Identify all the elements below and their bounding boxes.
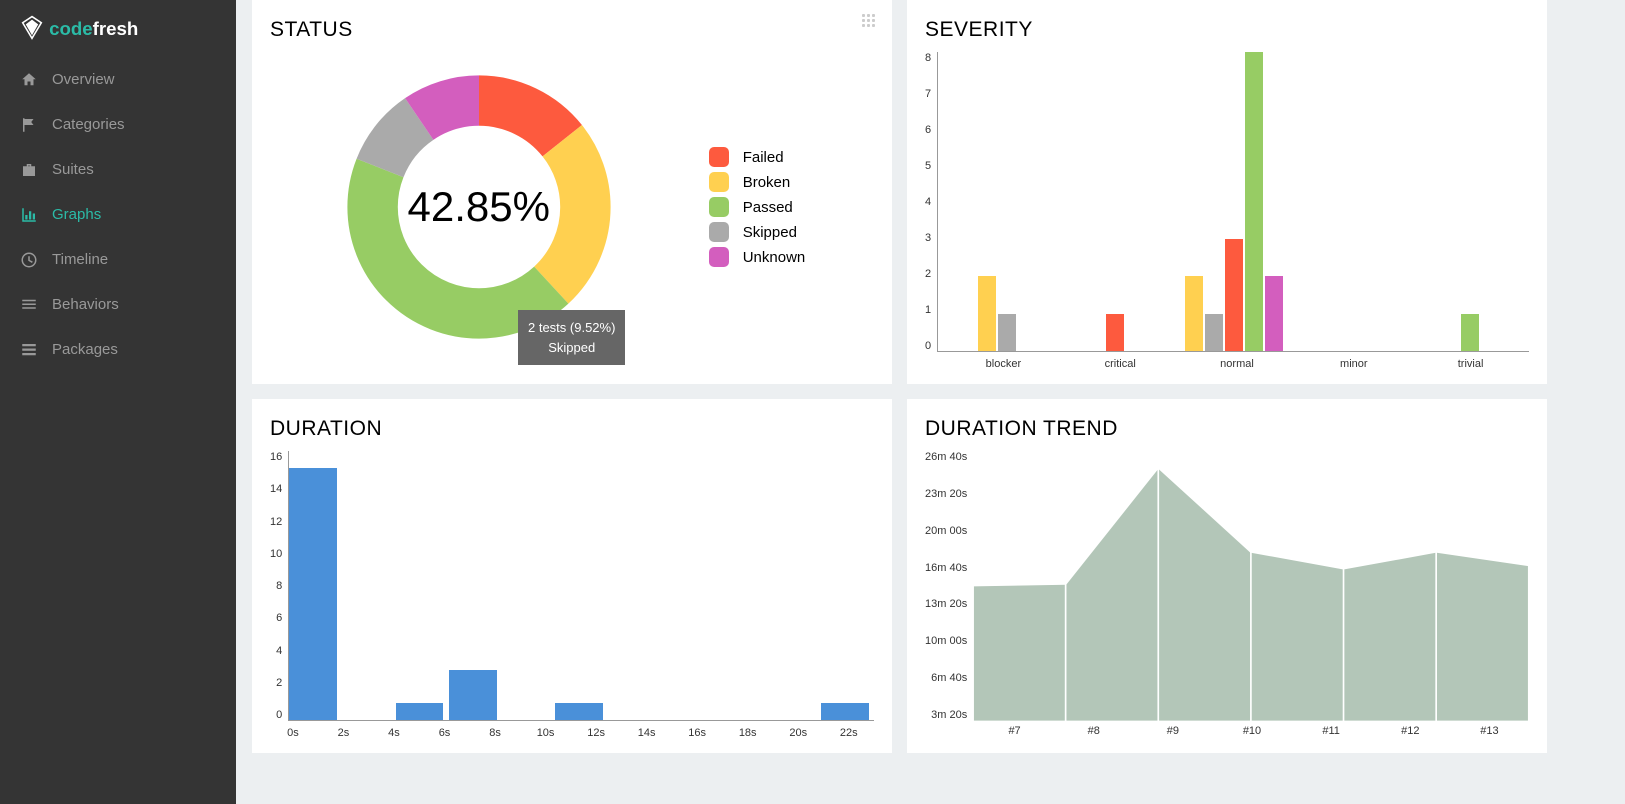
severity-bar[interactable]: [1245, 52, 1263, 351]
chart-icon: [20, 206, 52, 224]
status-donut-chart[interactable]: 42.85%: [339, 67, 619, 347]
x-tick: #8: [1054, 725, 1133, 737]
x-tick: normal: [1179, 358, 1296, 370]
sidebar-item-timeline[interactable]: Timeline: [0, 237, 236, 282]
clock-icon: [20, 251, 52, 269]
x-tick: #10: [1212, 725, 1291, 737]
sidebar-item-graphs[interactable]: Graphs: [0, 192, 236, 237]
x-tick: 22s: [823, 727, 874, 739]
x-tick: 0s: [268, 727, 319, 739]
severity-bar[interactable]: [1106, 314, 1124, 351]
x-tick: #12: [1371, 725, 1450, 737]
severity-bar[interactable]: [1205, 314, 1223, 351]
legend-item[interactable]: Unknown: [709, 247, 806, 267]
x-tick: 4s: [369, 727, 420, 739]
legend-swatch: [709, 147, 729, 167]
x-tick: #13: [1450, 725, 1529, 737]
sidebar-item-label: Overview: [52, 71, 115, 88]
x-tick: critical: [1062, 358, 1179, 370]
sidebar-item-suites[interactable]: Suites: [0, 147, 236, 192]
duration-bar[interactable]: [821, 703, 869, 720]
tooltip-label: Skipped: [528, 338, 615, 358]
legend-swatch: [709, 222, 729, 242]
severity-chart[interactable]: 876543210: [925, 52, 1529, 352]
legend-label: Passed: [743, 199, 793, 216]
card-title: DURATION: [270, 417, 874, 441]
donut-center-label: 42.85%: [339, 67, 619, 347]
svg-text:codefresh: codefresh: [49, 18, 138, 39]
legend-item[interactable]: Broken: [709, 172, 806, 192]
card-title: SEVERITY: [925, 18, 1529, 42]
legend-label: Skipped: [743, 224, 797, 241]
logo: codefresh: [0, 0, 236, 57]
nav-list: Overview Categories Suites Graphs Timeline Be…: [0, 57, 236, 372]
severity-bar[interactable]: [1461, 314, 1479, 351]
x-tick: 12s: [571, 727, 622, 739]
legend-item[interactable]: Skipped: [709, 222, 806, 242]
severity-bar[interactable]: [1185, 276, 1203, 351]
severity-bar[interactable]: [978, 276, 996, 351]
legend-swatch: [709, 247, 729, 267]
x-tick: 16s: [672, 727, 723, 739]
severity-bar[interactable]: [998, 314, 1016, 351]
main-content: STATUS 42.85% Failed Broken Passed Skipped U…: [236, 0, 1625, 804]
x-tick: 6s: [419, 727, 470, 739]
x-tick: 18s: [722, 727, 773, 739]
legend-swatch: [709, 172, 729, 192]
legend-label: Unknown: [743, 249, 806, 266]
legend-item[interactable]: Passed: [709, 197, 806, 217]
card-title: DURATION TREND: [925, 417, 1529, 441]
sidebar-item-packages[interactable]: Packages: [0, 327, 236, 372]
sidebar-item-overview[interactable]: Overview: [0, 57, 236, 102]
sidebar-item-categories[interactable]: Categories: [0, 102, 236, 147]
legend-item[interactable]: Failed: [709, 147, 806, 167]
x-tick: 20s: [773, 727, 824, 739]
x-tick: #9: [1133, 725, 1212, 737]
sidebar: codefresh Overview Categories Suites Graphs…: [0, 0, 236, 804]
trend-chart[interactable]: 26m 40s23m 20s20m 00s16m 40s13m 20s10m 0…: [925, 451, 1529, 721]
x-tick: 2s: [318, 727, 369, 739]
donut-tooltip: 2 tests (9.52%) Skipped: [518, 310, 625, 365]
x-tick: blocker: [945, 358, 1062, 370]
trend-card: DURATION TREND 26m 40s23m 20s20m 00s16m …: [907, 399, 1547, 753]
sidebar-item-label: Categories: [52, 116, 125, 133]
sidebar-item-label: Behaviors: [52, 296, 119, 313]
legend-label: Failed: [743, 149, 784, 166]
x-tick: 8s: [470, 727, 521, 739]
status-legend: Failed Broken Passed Skipped Unknown: [709, 142, 806, 272]
sidebar-item-label: Suites: [52, 161, 94, 178]
sidebar-item-behaviors[interactable]: Behaviors: [0, 282, 236, 327]
severity-bar[interactable]: [1225, 239, 1243, 351]
home-icon: [20, 71, 52, 89]
x-tick: #7: [975, 725, 1054, 737]
legend-swatch: [709, 197, 729, 217]
bars-icon: [20, 341, 52, 359]
duration-bar[interactable]: [555, 703, 603, 720]
x-tick: trivial: [1412, 358, 1529, 370]
status-card: STATUS 42.85% Failed Broken Passed Skipped U…: [252, 0, 892, 384]
duration-bar[interactable]: [289, 468, 337, 720]
sidebar-item-label: Packages: [52, 341, 118, 358]
x-tick: 10s: [520, 727, 571, 739]
duration-chart[interactable]: 1614121086420: [270, 451, 874, 721]
briefcase-icon: [20, 161, 52, 179]
sidebar-item-label: Graphs: [52, 206, 101, 223]
flag-icon: [20, 116, 52, 134]
list-icon: [20, 296, 52, 314]
duration-bar[interactable]: [449, 670, 497, 720]
x-tick: minor: [1295, 358, 1412, 370]
x-tick: #11: [1292, 725, 1371, 737]
duration-card: DURATION 1614121086420 0s2s4s6s8s10s12s1…: [252, 399, 892, 753]
card-title: STATUS: [270, 18, 874, 42]
x-tick: 14s: [621, 727, 672, 739]
severity-card: SEVERITY 876543210 blockercriticalnormal…: [907, 0, 1547, 384]
tooltip-value: 2 tests (9.52%): [528, 318, 615, 338]
duration-bar[interactable]: [396, 703, 444, 720]
severity-bar[interactable]: [1265, 276, 1283, 351]
legend-label: Broken: [743, 174, 791, 191]
sidebar-item-label: Timeline: [52, 251, 108, 268]
drag-handle[interactable]: [862, 14, 876, 28]
